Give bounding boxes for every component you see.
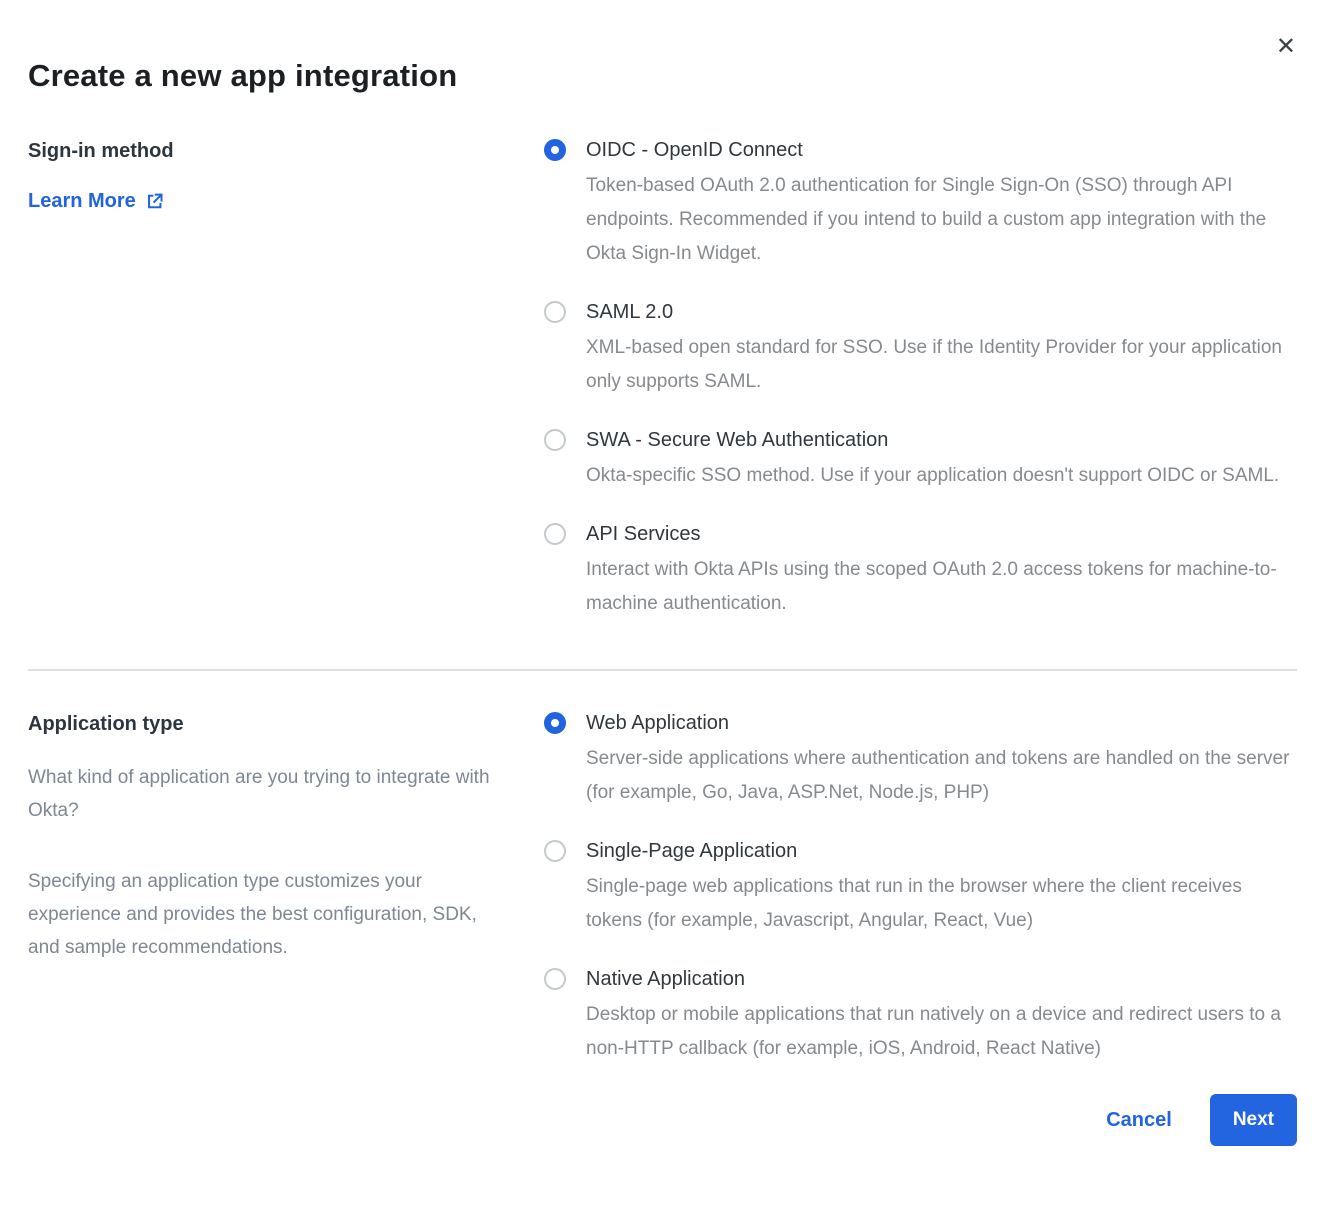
- radio-option-oidc[interactable]: OIDC - OpenID Connect Token-based OAuth …: [544, 138, 1297, 271]
- close-button[interactable]: ✕: [1276, 34, 1296, 58]
- create-app-integration-dialog: ✕ Create a new app integration Sign-in m…: [0, 0, 1332, 1210]
- option-description-single-page-application: Single-page web applications that run in…: [586, 870, 1297, 938]
- dialog-footer: Cancel Next: [28, 1094, 1297, 1146]
- option-label-saml[interactable]: SAML 2.0: [586, 300, 1297, 324]
- application-type-heading: Application type: [28, 711, 544, 737]
- radio-selected-icon[interactable]: [544, 139, 566, 161]
- radio-unselected-icon[interactable]: [544, 301, 566, 323]
- radio-option-saml[interactable]: SAML 2.0 XML-based open standard for SSO…: [544, 300, 1297, 399]
- next-button[interactable]: Next: [1210, 1094, 1297, 1146]
- radio-option-native-application[interactable]: Native Application Desktop or mobile app…: [544, 967, 1297, 1066]
- option-description-swa: Okta-specific SSO method. Use if your ap…: [586, 459, 1279, 493]
- option-description-oidc: Token-based OAuth 2.0 authentication for…: [586, 169, 1297, 271]
- radio-option-api-services[interactable]: API Services Interact with Okta APIs usi…: [544, 522, 1297, 621]
- learn-more-label: Learn More: [28, 190, 136, 213]
- option-description-saml: XML-based open standard for SSO. Use if …: [586, 331, 1297, 399]
- option-description-web-application: Server-side applications where authentic…: [586, 742, 1297, 810]
- option-description-native-application: Desktop or mobile applications that run …: [586, 998, 1297, 1066]
- option-label-swa[interactable]: SWA - Secure Web Authentication: [586, 428, 1279, 452]
- signin-method-heading: Sign-in method: [28, 138, 544, 164]
- option-label-oidc[interactable]: OIDC - OpenID Connect: [586, 138, 1297, 162]
- learn-more-link[interactable]: Learn More: [28, 190, 164, 213]
- radio-unselected-icon[interactable]: [544, 840, 566, 862]
- radio-unselected-icon[interactable]: [544, 523, 566, 545]
- option-description-api-services: Interact with Okta APIs using the scoped…: [586, 553, 1297, 621]
- radio-unselected-icon[interactable]: [544, 968, 566, 990]
- application-type-description-2: Specifying an application type customize…: [28, 865, 508, 964]
- option-label-api-services[interactable]: API Services: [586, 522, 1297, 546]
- cancel-button[interactable]: Cancel: [1106, 1109, 1172, 1132]
- signin-method-section: Sign-in method Learn More OIDC - OpenID …: [28, 138, 1297, 621]
- application-type-section: Application type What kind of applicatio…: [28, 711, 1297, 1066]
- external-link-icon: [145, 192, 164, 211]
- radio-selected-icon[interactable]: [544, 712, 566, 734]
- option-label-native-application[interactable]: Native Application: [586, 967, 1297, 991]
- section-divider: [28, 669, 1297, 671]
- radio-option-single-page-application[interactable]: Single-Page Application Single-page web …: [544, 839, 1297, 938]
- radio-option-swa[interactable]: SWA - Secure Web Authentication Okta-spe…: [544, 428, 1297, 493]
- option-label-web-application[interactable]: Web Application: [586, 711, 1297, 735]
- application-type-description-1: What kind of application are you trying …: [28, 761, 508, 827]
- option-label-single-page-application[interactable]: Single-Page Application: [586, 839, 1297, 863]
- radio-unselected-icon[interactable]: [544, 429, 566, 451]
- radio-option-web-application[interactable]: Web Application Server-side applications…: [544, 711, 1297, 810]
- page-title: Create a new app integration: [28, 56, 1297, 96]
